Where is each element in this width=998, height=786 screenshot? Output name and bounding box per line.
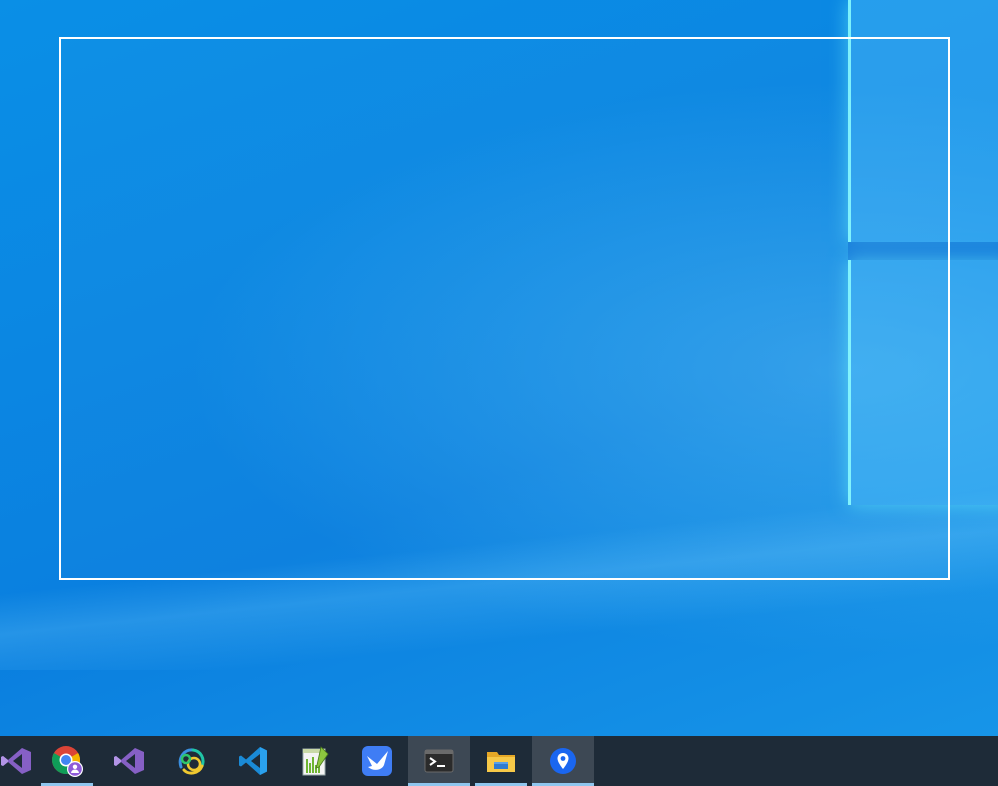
file-explorer-icon [485, 745, 517, 777]
terminal-icon [423, 745, 455, 777]
taskbar [0, 736, 998, 786]
vscode-icon [237, 745, 269, 777]
desktop[interactable] [0, 0, 998, 736]
chrome-profile-icon [50, 744, 84, 778]
taskbar-item-terminal[interactable] [408, 736, 470, 786]
taskbar-item-chrome[interactable] [36, 736, 98, 786]
taskbar-item-vscode[interactable] [222, 736, 284, 786]
taskbar-item-location-app[interactable] [532, 736, 594, 786]
taskbar-item-visual-studio-2[interactable] [98, 736, 160, 786]
taskbar-item-notepad-plus-plus[interactable] [284, 736, 346, 786]
location-pin-app-icon [547, 745, 579, 777]
taskbar-item-datagrip[interactable] [160, 736, 222, 786]
notepad-plus-plus-icon [299, 745, 331, 777]
screen-capture-selection-rectangle[interactable] [59, 37, 950, 580]
datagrip-icon [175, 745, 207, 777]
taskbar-item-feishu[interactable] [346, 736, 408, 786]
taskbar-item-visual-studio[interactable] [0, 736, 36, 786]
visual-studio-icon [0, 745, 32, 777]
taskbar-item-file-explorer[interactable] [470, 736, 532, 786]
feishu-lark-icon [361, 745, 393, 777]
visual-studio-icon [113, 745, 145, 777]
